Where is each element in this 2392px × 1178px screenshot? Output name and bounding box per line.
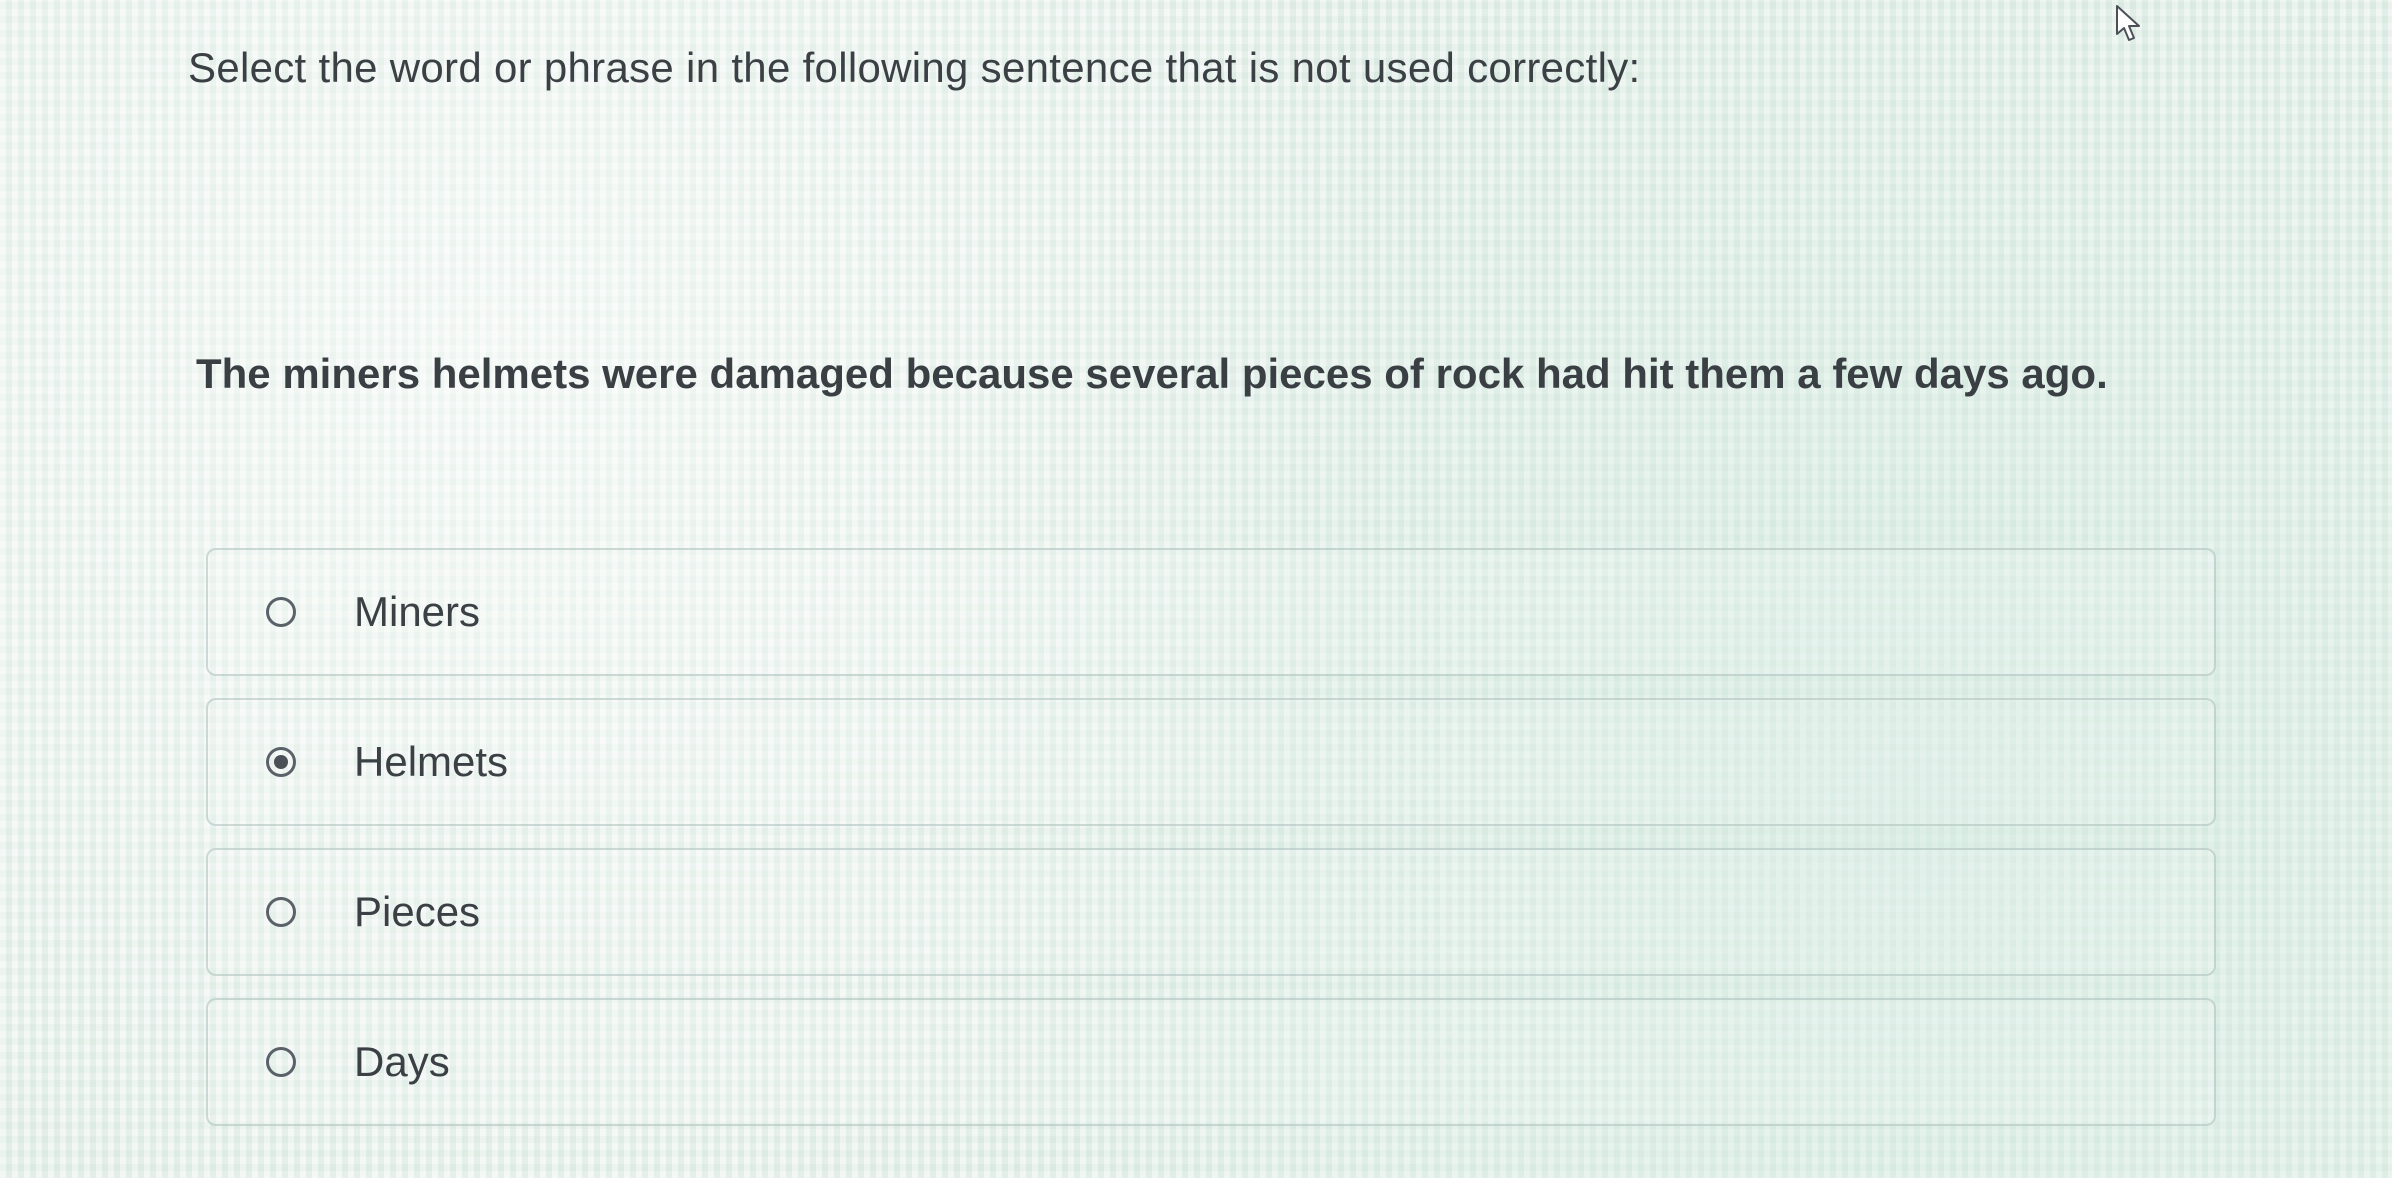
option-label: Helmets	[354, 738, 509, 785]
radio-button-selected-icon[interactable]	[266, 747, 296, 777]
question-sentence: The miners helmets were damaged because …	[196, 350, 2108, 397]
mouse-pointer-icon	[2116, 5, 2140, 41]
option-label: Days	[354, 1038, 450, 1085]
radio-button-icon[interactable]	[266, 597, 296, 627]
answer-options: Miners Helmets Pieces Days	[206, 548, 2216, 1148]
option-pieces[interactable]: Pieces	[206, 848, 2216, 976]
radio-button-icon[interactable]	[266, 1047, 296, 1077]
option-miners[interactable]: Miners	[206, 548, 2216, 676]
radio-button-icon[interactable]	[266, 897, 296, 927]
option-label: Miners	[354, 588, 481, 635]
option-days[interactable]: Days	[206, 998, 2216, 1126]
option-label: Pieces	[354, 888, 481, 935]
question-prompt: Select the word or phrase in the followi…	[188, 44, 1641, 91]
option-helmets[interactable]: Helmets	[206, 698, 2216, 826]
